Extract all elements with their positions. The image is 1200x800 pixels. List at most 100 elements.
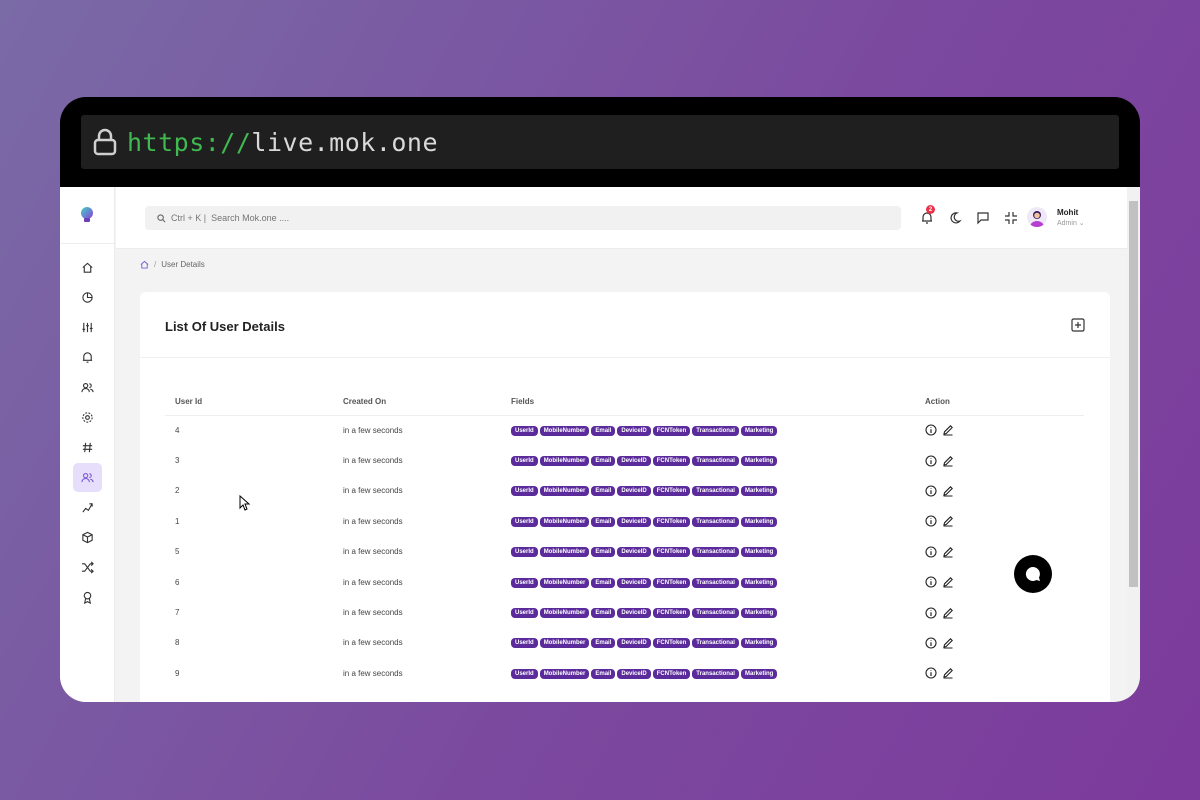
edit-icon[interactable]	[942, 607, 954, 619]
created-on-cell: in a few seconds	[343, 547, 403, 557]
field-tag: FCNToken	[652, 456, 691, 467]
created-on-cell: in a few seconds	[343, 486, 403, 496]
search-box[interactable]: Ctrl + K |	[145, 206, 901, 230]
messages-button[interactable]	[969, 207, 997, 229]
edit-icon[interactable]	[942, 637, 954, 649]
address-bar[interactable]: https://live.mok.one	[81, 115, 1119, 169]
bell-icon	[82, 352, 92, 363]
field-tag: Transactional	[692, 425, 739, 436]
user-id-cell: 3	[175, 456, 180, 466]
sidebar-item-pie-chart[interactable]	[73, 283, 102, 312]
field-tag: DeviceID	[617, 456, 651, 467]
edit-icon[interactable]	[942, 515, 954, 527]
field-tag: FCNToken	[652, 486, 691, 497]
edit-icon[interactable]	[942, 455, 954, 467]
search-input[interactable]	[211, 213, 812, 223]
field-tag: DeviceID	[617, 608, 651, 619]
notifications-button[interactable]: 2	[913, 205, 941, 229]
info-icon[interactable]	[925, 606, 937, 619]
action-cell	[915, 445, 1084, 475]
field-tag: FCNToken	[652, 577, 691, 588]
scrollbar-thumb[interactable]	[1129, 201, 1138, 587]
fields-cell: UserId MobileNumber Email DeviceID FCNToken T…	[501, 567, 915, 597]
field-tag: MobileNumber	[539, 608, 590, 619]
field-tag: FCNToken	[652, 668, 691, 679]
field-tag: Transactional	[692, 577, 739, 588]
info-icon[interactable]	[925, 637, 937, 649]
field-tag: Marketing	[740, 608, 778, 619]
notification-badge: 2	[926, 205, 935, 214]
user-avatar-icon	[1030, 211, 1044, 227]
sidebar-item-gear[interactable]	[73, 403, 102, 432]
info-icon[interactable]	[925, 576, 937, 588]
info-icon[interactable]	[925, 515, 937, 527]
user-name: Mohit	[1057, 207, 1079, 217]
sidebar-item-shuffle[interactable]	[73, 553, 102, 582]
field-tag: FCNToken	[652, 608, 691, 619]
field-tag: UserId	[511, 425, 538, 436]
edit-icon[interactable]	[942, 667, 954, 679]
user-role: Admin ⌄	[1057, 219, 1085, 227]
created-on-cell: in a few seconds	[343, 638, 403, 648]
edit-icon[interactable]	[942, 576, 954, 588]
sidebar-item-bell[interactable]	[73, 343, 102, 372]
chat-widget-button[interactable]	[1014, 555, 1052, 593]
field-tag: FCNToken	[652, 516, 691, 527]
user-table: User Id Created On Fields Action 4 in a f…	[165, 389, 1084, 689]
edit-icon[interactable]	[942, 424, 954, 436]
app-logo[interactable]	[60, 187, 114, 244]
sidebar-nav	[60, 244, 114, 612]
info-icon[interactable]	[925, 424, 937, 436]
fields-cell: UserId MobileNumber Email DeviceID FCNToken T…	[501, 445, 915, 475]
edit-icon[interactable]	[942, 485, 954, 497]
fields-cell: UserId MobileNumber Email DeviceID FCNToken T…	[501, 537, 915, 567]
table-row: 5 in a few seconds UserId MobileNumber Email…	[165, 537, 1084, 567]
info-icon[interactable]	[925, 455, 937, 467]
field-tag: Marketing	[740, 425, 778, 436]
user-menu[interactable]: Mohit Admin ⌄	[1027, 207, 1085, 227]
info-icon[interactable]	[925, 546, 937, 558]
edit-icon[interactable]	[942, 546, 954, 558]
info-icon[interactable]	[925, 667, 937, 679]
field-tag: Marketing	[740, 486, 778, 497]
sidebar-item-award[interactable]	[73, 583, 102, 612]
info-icon[interactable]	[925, 485, 937, 497]
field-tag: DeviceID	[617, 638, 651, 649]
sidebar	[60, 187, 115, 702]
field-tag: Email	[591, 486, 616, 497]
sidebar-item-sliders[interactable]	[73, 313, 102, 342]
field-tag: MobileNumber	[539, 486, 590, 497]
sidebar-item-users[interactable]	[73, 373, 102, 402]
fullscreen-button[interactable]	[997, 207, 1025, 229]
table-row: 4 in a few seconds UserId MobileNumber Email…	[165, 415, 1084, 445]
user-id-cell: 6	[175, 577, 180, 587]
mouse-cursor-icon	[239, 495, 251, 511]
field-tag: UserId	[511, 668, 538, 679]
scrollbar[interactable]	[1127, 187, 1140, 702]
field-tag: UserId	[511, 608, 538, 619]
field-tag: DeviceID	[617, 486, 651, 497]
sidebar-item-chart-up[interactable]	[73, 493, 102, 522]
add-icon[interactable]	[1071, 318, 1085, 332]
user-details-card: List Of User Details User Id Created On …	[140, 292, 1110, 702]
page-title: List Of User Details	[165, 319, 285, 334]
gear-icon	[81, 412, 93, 423]
sidebar-item-user-group[interactable]	[72, 463, 102, 492]
home-icon[interactable]	[140, 260, 149, 269]
field-tag: UserId	[511, 547, 538, 558]
user-id-cell: 9	[175, 668, 180, 678]
created-on-cell: in a few seconds	[343, 516, 403, 526]
field-tag: Email	[591, 668, 616, 679]
field-tag: MobileNumber	[539, 516, 590, 527]
sidebar-item-hash[interactable]	[73, 433, 102, 462]
chat-bubble-icon	[1025, 566, 1040, 581]
field-tag: DeviceID	[617, 547, 651, 558]
sidebar-item-box[interactable]	[73, 523, 102, 552]
theme-toggle-button[interactable]	[941, 207, 969, 229]
sidebar-item-home[interactable]	[73, 253, 102, 282]
field-tag: UserId	[511, 638, 538, 649]
field-tag: FCNToken	[652, 547, 691, 558]
user-group-icon	[80, 472, 94, 483]
topbar: Ctrl + K | 2	[116, 187, 1140, 249]
action-cell	[915, 476, 1084, 506]
